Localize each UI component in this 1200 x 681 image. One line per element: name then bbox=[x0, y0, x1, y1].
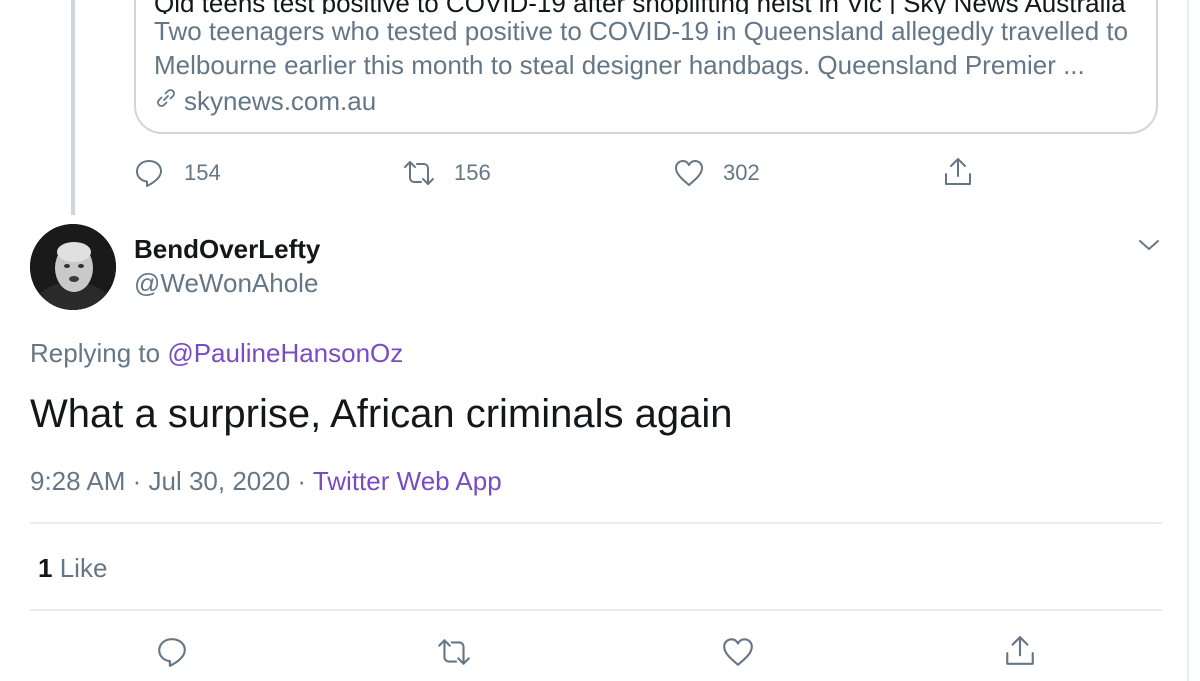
card-domain: skynews.com.au bbox=[154, 86, 376, 117]
replying-prefix: Replying to bbox=[30, 338, 161, 368]
like-label: Like bbox=[59, 553, 108, 583]
chevron-down-icon bbox=[1139, 240, 1159, 250]
page-right-border bbox=[1187, 0, 1189, 681]
divider bbox=[30, 522, 1162, 524]
reply-button[interactable] bbox=[156, 636, 188, 668]
meta-separator: · bbox=[290, 466, 313, 496]
tweet-time[interactable]: 9:28 AM bbox=[30, 466, 125, 496]
like-button[interactable] bbox=[721, 636, 755, 668]
parent-reply-button[interactable]: 154 bbox=[134, 158, 221, 188]
reply-icon bbox=[136, 160, 162, 187]
user-handle[interactable]: @WeWonAhole bbox=[134, 268, 318, 299]
retweet-button[interactable] bbox=[436, 636, 472, 668]
like-count: 1 bbox=[38, 553, 53, 583]
retweet-icon bbox=[404, 161, 434, 185]
display-name[interactable]: BendOverLefty bbox=[134, 234, 320, 265]
reply-icon bbox=[158, 638, 186, 667]
card-title: Qld teens test positive to COVID-19 afte… bbox=[154, 0, 1134, 14]
parent-like-count: 302 bbox=[723, 160, 760, 185]
likes-summary[interactable]: 1 Like bbox=[38, 553, 107, 584]
share-icon bbox=[945, 158, 971, 185]
retweet-icon bbox=[438, 639, 470, 665]
link-icon bbox=[154, 86, 178, 117]
share-icon bbox=[1006, 636, 1034, 665]
meta-separator: · bbox=[125, 466, 149, 496]
tweet-date[interactable]: Jul 30, 2020 bbox=[149, 466, 291, 496]
parent-like-button[interactable]: 302 bbox=[673, 158, 760, 188]
link-preview-card[interactable]: Qld teens test positive to COVID-19 afte… bbox=[134, 0, 1158, 134]
share-button[interactable] bbox=[1003, 634, 1037, 668]
avatar[interactable] bbox=[30, 224, 116, 310]
replying-to-mention[interactable]: @PaulineHansonOz bbox=[167, 338, 403, 368]
tweet-text: What a surprise, African criminals again bbox=[30, 392, 733, 436]
thread-connector-line bbox=[71, 0, 75, 215]
heart-icon bbox=[723, 638, 753, 666]
card-description: Two teenagers who tested positive to COV… bbox=[154, 16, 1129, 80]
tweet-metadata: 9:28 AM · Jul 30, 2020 · Twitter Web App bbox=[30, 466, 502, 497]
parent-share-button[interactable] bbox=[942, 156, 974, 188]
parent-retweet-count: 156 bbox=[454, 160, 491, 185]
card-domain-text: skynews.com.au bbox=[184, 86, 377, 116]
parent-retweet-button[interactable]: 156 bbox=[402, 158, 491, 188]
parent-reply-count: 154 bbox=[184, 160, 221, 185]
replying-to-line: Replying to @PaulineHansonOz bbox=[30, 338, 403, 369]
heart-icon bbox=[675, 160, 703, 186]
divider bbox=[30, 609, 1162, 611]
more-options-button[interactable] bbox=[1136, 232, 1162, 263]
tweet-source[interactable]: Twitter Web App bbox=[313, 466, 502, 496]
